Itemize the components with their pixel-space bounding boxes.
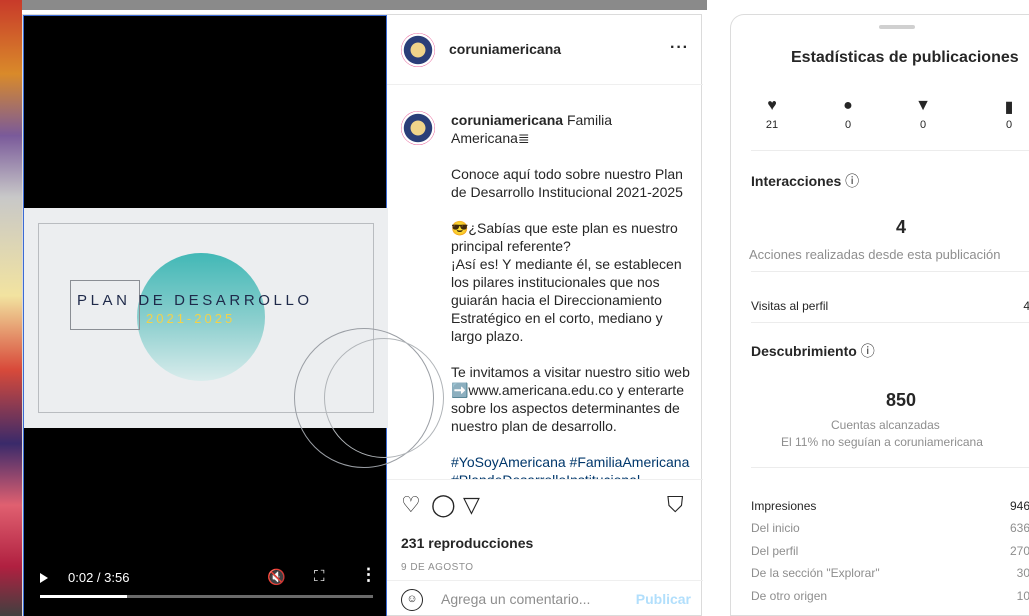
divider <box>751 271 1029 272</box>
more-vertical-icon[interactable]: ⋮ <box>360 565 377 585</box>
video-time: 0:02 / 3:56 <box>68 570 130 585</box>
mute-icon[interactable]: 🔇 <box>267 568 286 586</box>
emoji-icon[interactable]: ☺ <box>401 589 423 611</box>
share-icon: ▼ <box>915 97 931 114</box>
comment-icon: ● <box>843 97 853 114</box>
divider <box>751 467 1029 468</box>
metric-value: 0 <box>919 119 927 131</box>
row-value: 10 <box>1016 589 1029 603</box>
metric-comments: ● 0 <box>828 97 868 131</box>
row-label: Del inicio <box>751 521 800 535</box>
play-icon[interactable] <box>40 573 48 583</box>
save-icon: ▮ <box>1004 99 1014 116</box>
section-label: Descubrimiento <box>751 343 857 359</box>
post-date: 9 DE AGOSTO <box>401 562 474 573</box>
post-header: coruniamericana ··· <box>387 15 703 85</box>
caption-avatar[interactable] <box>401 111 435 145</box>
view-count[interactable]: 231 reproducciones <box>401 535 533 551</box>
bookmark-icon[interactable]: ⛉ <box>667 492 684 518</box>
slide-title: PLAN DE DESARROLLO <box>77 292 313 309</box>
section-label: Interacciones <box>751 173 842 189</box>
row-label: De otro origen <box>751 589 828 603</box>
progress-fill <box>40 595 127 598</box>
screenshot-canvas: PLAN DE DESARROLLO 2021-2025 0:02 / 3:56… <box>0 0 1029 616</box>
row-value: 4 <box>1023 299 1029 313</box>
comment-input[interactable]: Agrega un comentario... <box>441 591 590 607</box>
comment-icon[interactable]: ◯ <box>431 492 456 518</box>
row-value: 946 <box>1009 499 1029 513</box>
metric-value: 0 <box>844 119 852 131</box>
row-value: 636 <box>1009 521 1029 535</box>
metric-value: 21 <box>765 119 779 131</box>
hashtags[interactable]: #YoSoyAmericana #FamiliaAmericana #Pland… <box>451 453 691 479</box>
row-label: Visitas al perfil <box>751 299 829 313</box>
row-value: 270 <box>1009 544 1029 558</box>
interactions-caption: Acciones realizadas desde esta publicaci… <box>749 247 1001 262</box>
post-sidebar: coruniamericana ··· coruniamericana Fami… <box>387 15 703 616</box>
slide-years: 2021-2025 <box>146 311 236 326</box>
row-label: De la sección "Explorar" <box>751 566 880 580</box>
caption: coruniamericana Familia Americana≣ Conoc… <box>387 99 703 479</box>
reach-value: 850 <box>886 390 917 410</box>
video-slide: PLAN DE DESARROLLO 2021-2025 <box>24 208 444 468</box>
background-collage <box>0 0 22 616</box>
post-actions: ♡ ◯ ▽ ⛉ 231 reproducciones 9 DE AGOSTO ☺… <box>387 479 703 616</box>
share-paper-plane-icon[interactable]: ▽ <box>463 492 480 518</box>
heart-icon: ♥ <box>767 97 777 114</box>
window-top-bar <box>22 0 707 10</box>
comment-bar: ☺ Agrega un comentario... Publicar <box>387 580 703 616</box>
username[interactable]: coruniamericana <box>449 41 561 57</box>
metric-shares: ▼ 0 <box>903 97 943 131</box>
reach-caption: Cuentas alcanzadas <box>831 418 940 432</box>
caption-username[interactable]: coruniamericana <box>451 112 563 128</box>
row-value: 30 <box>1016 566 1029 580</box>
row-label: Impresiones <box>751 499 817 513</box>
progress-track[interactable] <box>40 595 373 598</box>
video-player[interactable]: PLAN DE DESARROLLO 2021-2025 0:02 / 3:56… <box>23 15 444 616</box>
stats-title: Estadísticas de publicaciones <box>791 49 1019 66</box>
caption-text: coruniamericana Familia Americana≣ Conoc… <box>451 111 691 479</box>
caption-line: Te invitamos a visitar nuestro sitio web… <box>451 364 690 434</box>
metric-likes: ♥ 21 <box>752 97 792 131</box>
info-icon[interactable]: ⓘ <box>845 173 859 189</box>
interactions-heading[interactable]: Interacciones ⓘ <box>751 171 859 191</box>
fullscreen-icon[interactable]: ⛶ <box>314 568 325 585</box>
caption-line: Conoce aquí todo sobre nuestro Plan de D… <box>451 166 683 200</box>
divider <box>751 150 1029 151</box>
row-label: Del perfil <box>751 544 799 558</box>
avatar[interactable] <box>401 33 435 67</box>
interactions-value: 4 <box>896 217 907 237</box>
metric-value: 0 <box>1005 119 1013 131</box>
drag-handle[interactable] <box>879 25 915 29</box>
discovery-heading[interactable]: Descubrimiento ⓘ <box>751 341 875 361</box>
more-options-icon[interactable]: ··· <box>670 39 689 57</box>
publish-button[interactable]: Publicar <box>636 591 691 607</box>
metric-saves: ▮ 0 <box>989 97 1029 131</box>
instagram-post: PLAN DE DESARROLLO 2021-2025 0:02 / 3:56… <box>22 14 703 616</box>
caption-line: 😎¿Sabías que este plan es nuestro princi… <box>451 220 678 254</box>
reach-note: El 11% no seguían a coruniamericana <box>781 435 983 449</box>
divider <box>751 322 1029 323</box>
caption-line: ¡Así es! Y mediante él, se establecen lo… <box>451 256 682 344</box>
post-statistics-panel: Estadísticas de publicaciones ♥ 21 ● 0 ▼… <box>730 14 1029 616</box>
info-icon[interactable]: ⓘ <box>861 343 875 359</box>
video-controls: 0:02 / 3:56 🔇 ⛶ ⋮ <box>24 561 388 601</box>
like-heart-icon[interactable]: ♡ <box>401 492 421 518</box>
